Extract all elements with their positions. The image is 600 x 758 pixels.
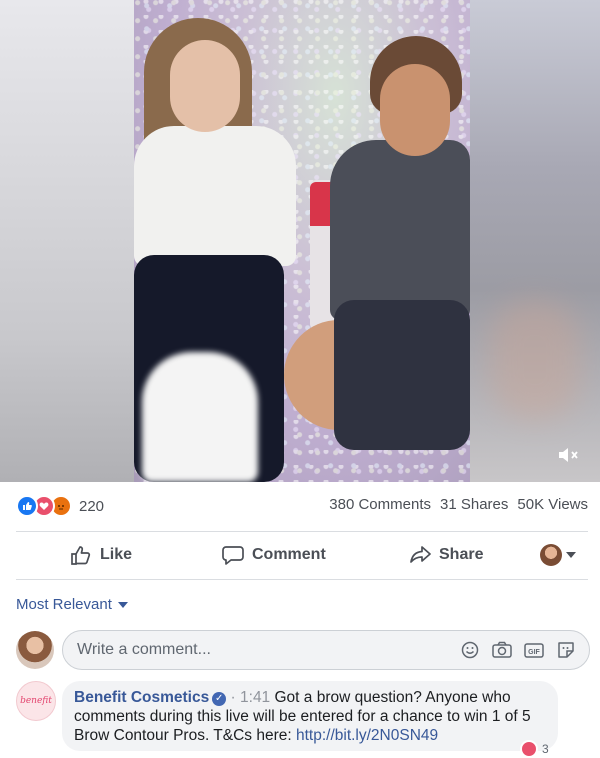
reactions-summary[interactable]: 220 [16, 495, 104, 517]
avatar [540, 544, 562, 566]
video-frame [134, 0, 470, 482]
video-blur-left [0, 0, 134, 482]
svg-text:GIF: GIF [528, 649, 540, 656]
comment-sort-dropdown[interactable]: Most Relevant [16, 596, 128, 613]
comment-author[interactable]: Benefit Cosmetics [74, 689, 209, 706]
presenter-right-face [380, 64, 450, 156]
gif-icon[interactable]: GIF [523, 639, 545, 661]
share-label: Share [439, 546, 484, 563]
comment-button[interactable]: Comment [222, 532, 326, 578]
presenter-right-top [330, 140, 470, 320]
thumbs-up-icon [70, 545, 92, 565]
reaction-count[interactable]: 220 [79, 498, 104, 515]
comment-bubble: Benefit Cosmetics ✓ · 1:41 Got a brow que… [62, 681, 558, 751]
comment-placeholder: Write a comment... [77, 641, 211, 658]
like-label: Like [100, 546, 133, 563]
share-arrow-icon [409, 545, 431, 565]
views-count: 50K Views [517, 496, 588, 513]
engagement-stats: 220 380 Comments 31 Shares 50K Views [0, 482, 600, 530]
share-button[interactable]: Share [409, 532, 483, 578]
video-blur-right [470, 0, 600, 482]
comment-reactions[interactable]: 3 [520, 740, 549, 758]
sort-label: Most Relevant [16, 596, 112, 613]
comment-bubble-icon [222, 545, 244, 565]
comment-link[interactable]: http://bit.ly/2N0SN49 [296, 727, 438, 744]
chevron-down-icon [117, 601, 128, 608]
sticker-icon[interactable] [555, 639, 577, 661]
presenter-left-face [170, 40, 240, 132]
brand-logo-text: benefit [20, 696, 52, 706]
divider [16, 579, 588, 580]
commenter-avatar[interactable]: benefit [16, 681, 56, 721]
chevron-down-icon [566, 552, 576, 558]
post-as-selector[interactable] [540, 532, 576, 578]
comment-label: Comment [252, 546, 326, 563]
action-bar: Like Comment Share [0, 532, 600, 578]
avatar [16, 631, 54, 669]
camera-icon[interactable] [491, 639, 513, 661]
comments-count[interactable]: 380 Comments [329, 496, 431, 513]
foreground-blur [142, 352, 258, 482]
presenter-right-skirt [334, 300, 470, 450]
like-icon [16, 495, 38, 517]
like-button[interactable]: Like [70, 532, 132, 578]
comment-input[interactable]: Write a comment... GIF [62, 630, 590, 670]
emoji-icon[interactable] [459, 639, 481, 661]
live-video-player[interactable] [0, 0, 600, 482]
shares-count[interactable]: 31 Shares [440, 496, 508, 513]
presenter-left-top [134, 126, 296, 266]
speaker-muted-icon[interactable] [556, 444, 582, 466]
comment-timestamp[interactable]: · 1:41 [231, 689, 271, 706]
verified-badge-icon: ✓ [212, 692, 227, 706]
love-icon [520, 740, 538, 758]
